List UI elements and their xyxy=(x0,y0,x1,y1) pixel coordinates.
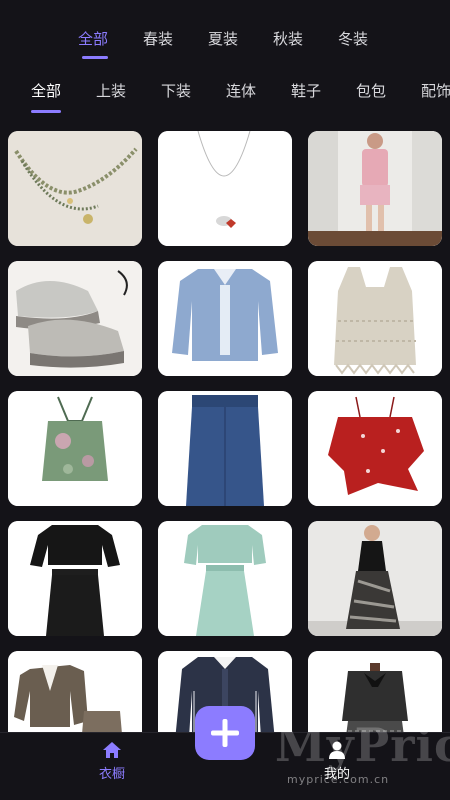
user-icon xyxy=(329,741,345,759)
wardrobe-item-mint-knit-set[interactable] xyxy=(158,521,292,636)
wardrobe-item-denim-midi-skirt[interactable] xyxy=(158,391,292,506)
denim-midi-skirt-image xyxy=(158,391,292,506)
nav-closet-label: 衣橱 xyxy=(98,767,125,782)
wardrobe-item-tweed-jacket-set[interactable] xyxy=(8,651,142,732)
category-tabs: 全部 上装 下装 连体 鞋子 包包 配饰 xyxy=(0,80,450,120)
plus-icon xyxy=(211,719,239,747)
wardrobe-item-halter-top[interactable] xyxy=(8,391,142,506)
nav-mine[interactable]: 我的 xyxy=(307,739,367,782)
black-knit-set-image xyxy=(8,521,142,636)
nav-mine-label: 我的 xyxy=(323,767,350,782)
wardrobe-item-pink-cardigan-outfit[interactable] xyxy=(308,131,442,246)
denim-shirt-image xyxy=(158,261,292,376)
chunky-sneakers-image xyxy=(8,261,142,376)
wardrobe-item-beaded-necklace[interactable] xyxy=(8,131,142,246)
tab-category-bags[interactable]: 包包 xyxy=(356,80,421,120)
halter-top-image xyxy=(8,391,142,506)
wardrobe-item-chunky-sneakers[interactable] xyxy=(8,261,142,376)
crochet-vest-image xyxy=(308,261,442,376)
add-item-button[interactable] xyxy=(195,706,255,760)
tab-category-tops[interactable]: 上装 xyxy=(96,80,161,120)
tab-category-shoes[interactable]: 鞋子 xyxy=(291,80,356,120)
tab-season-summer[interactable]: 夏装 xyxy=(208,28,273,68)
tab-season-all[interactable]: 全部 xyxy=(78,28,143,68)
tweed-jacket-set-image xyxy=(8,651,142,732)
tab-category-all[interactable]: 全部 xyxy=(31,80,96,120)
beaded-necklace-image xyxy=(8,131,142,246)
nav-closet[interactable]: 衣橱 xyxy=(82,739,142,782)
wardrobe-item-denim-shirt[interactable] xyxy=(158,261,292,376)
wardrobe-item-black-dress-outfit[interactable] xyxy=(308,521,442,636)
season-tabs: 全部 春装 夏装 秋装 冬装 xyxy=(0,28,450,68)
pendant-necklace-image xyxy=(158,131,292,246)
wardrobe-item-black-knit-set[interactable] xyxy=(8,521,142,636)
wardrobe-item-red-floral-camisole[interactable] xyxy=(308,391,442,506)
wardrobe-grid xyxy=(0,129,450,732)
tab-season-autumn[interactable]: 秋装 xyxy=(273,28,338,68)
red-floral-camisole-image xyxy=(308,391,442,506)
wardrobe-item-black-bow-outfit[interactable] xyxy=(308,651,442,732)
tab-category-accessories[interactable]: 配饰 xyxy=(421,80,450,120)
tab-season-spring[interactable]: 春装 xyxy=(143,28,208,68)
tab-category-onepiece[interactable]: 连体 xyxy=(226,80,291,120)
home-icon xyxy=(103,742,121,758)
tab-category-bottoms[interactable]: 下装 xyxy=(161,80,226,120)
wardrobe-item-pendant-necklace[interactable] xyxy=(158,131,292,246)
black-bow-outfit-image xyxy=(308,651,442,732)
black-dress-outfit-image xyxy=(308,521,442,636)
tab-season-winter[interactable]: 冬装 xyxy=(338,28,403,68)
wardrobe-item-crochet-vest[interactable] xyxy=(308,261,442,376)
pink-cardigan-outfit-image xyxy=(308,131,442,246)
mint-knit-set-image xyxy=(158,521,292,636)
